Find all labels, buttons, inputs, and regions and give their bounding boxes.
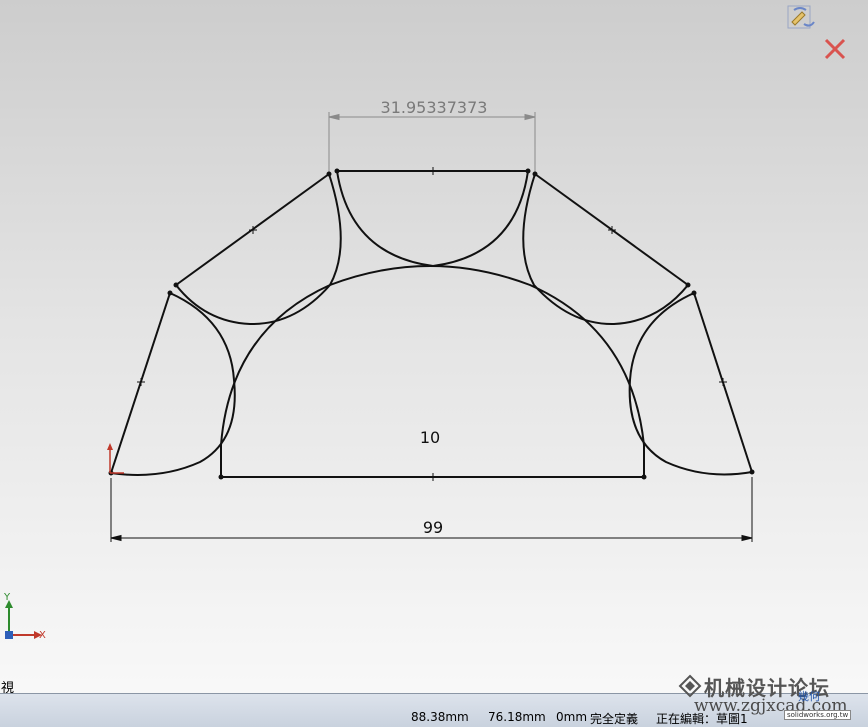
arc-right[interactable]: [628, 292, 753, 476]
dimension-bottom-value[interactable]: 99: [423, 518, 443, 537]
graphics-area[interactable]: 31.95337373 10 99 Y X: [0, 0, 868, 690]
status-y-coordinate: 76.18mm: [488, 710, 546, 724]
sketch-canvas[interactable]: 31.95337373 10 99 Y X: [0, 0, 868, 690]
watermark-small-text: solidworks.org.tw: [784, 710, 852, 720]
triad-y-label: Y: [3, 592, 11, 603]
arc-left[interactable]: [110, 292, 236, 476]
exit-sketch-icon[interactable]: [787, 5, 815, 29]
arc-upper-right[interactable]: [522, 173, 689, 326]
watermark-badge: 幾何: [798, 690, 820, 703]
confirm-corner: [787, 5, 846, 60]
arc-upper-left[interactable]: [175, 173, 342, 326]
dimension-inner-value[interactable]: 10: [420, 428, 440, 447]
status-definition[interactable]: 完全定義: [590, 710, 638, 727]
arc-top[interactable]: [336, 170, 529, 268]
watermark-logo-icon: [678, 674, 702, 698]
watermark: 机械设计论坛 www.zgjxcad.com 幾何 solidworks.org…: [676, 668, 866, 726]
reference-triad: Y X: [3, 592, 46, 641]
status-x-coordinate: 88.38mm: [411, 710, 469, 724]
cancel-icon[interactable]: [824, 38, 846, 60]
dimension-top-value[interactable]: 31.95337373: [381, 98, 488, 117]
triad-x-label: X: [39, 630, 46, 641]
dimension-top[interactable]: [328, 112, 536, 174]
status-z-coordinate: 0mm: [556, 710, 588, 724]
